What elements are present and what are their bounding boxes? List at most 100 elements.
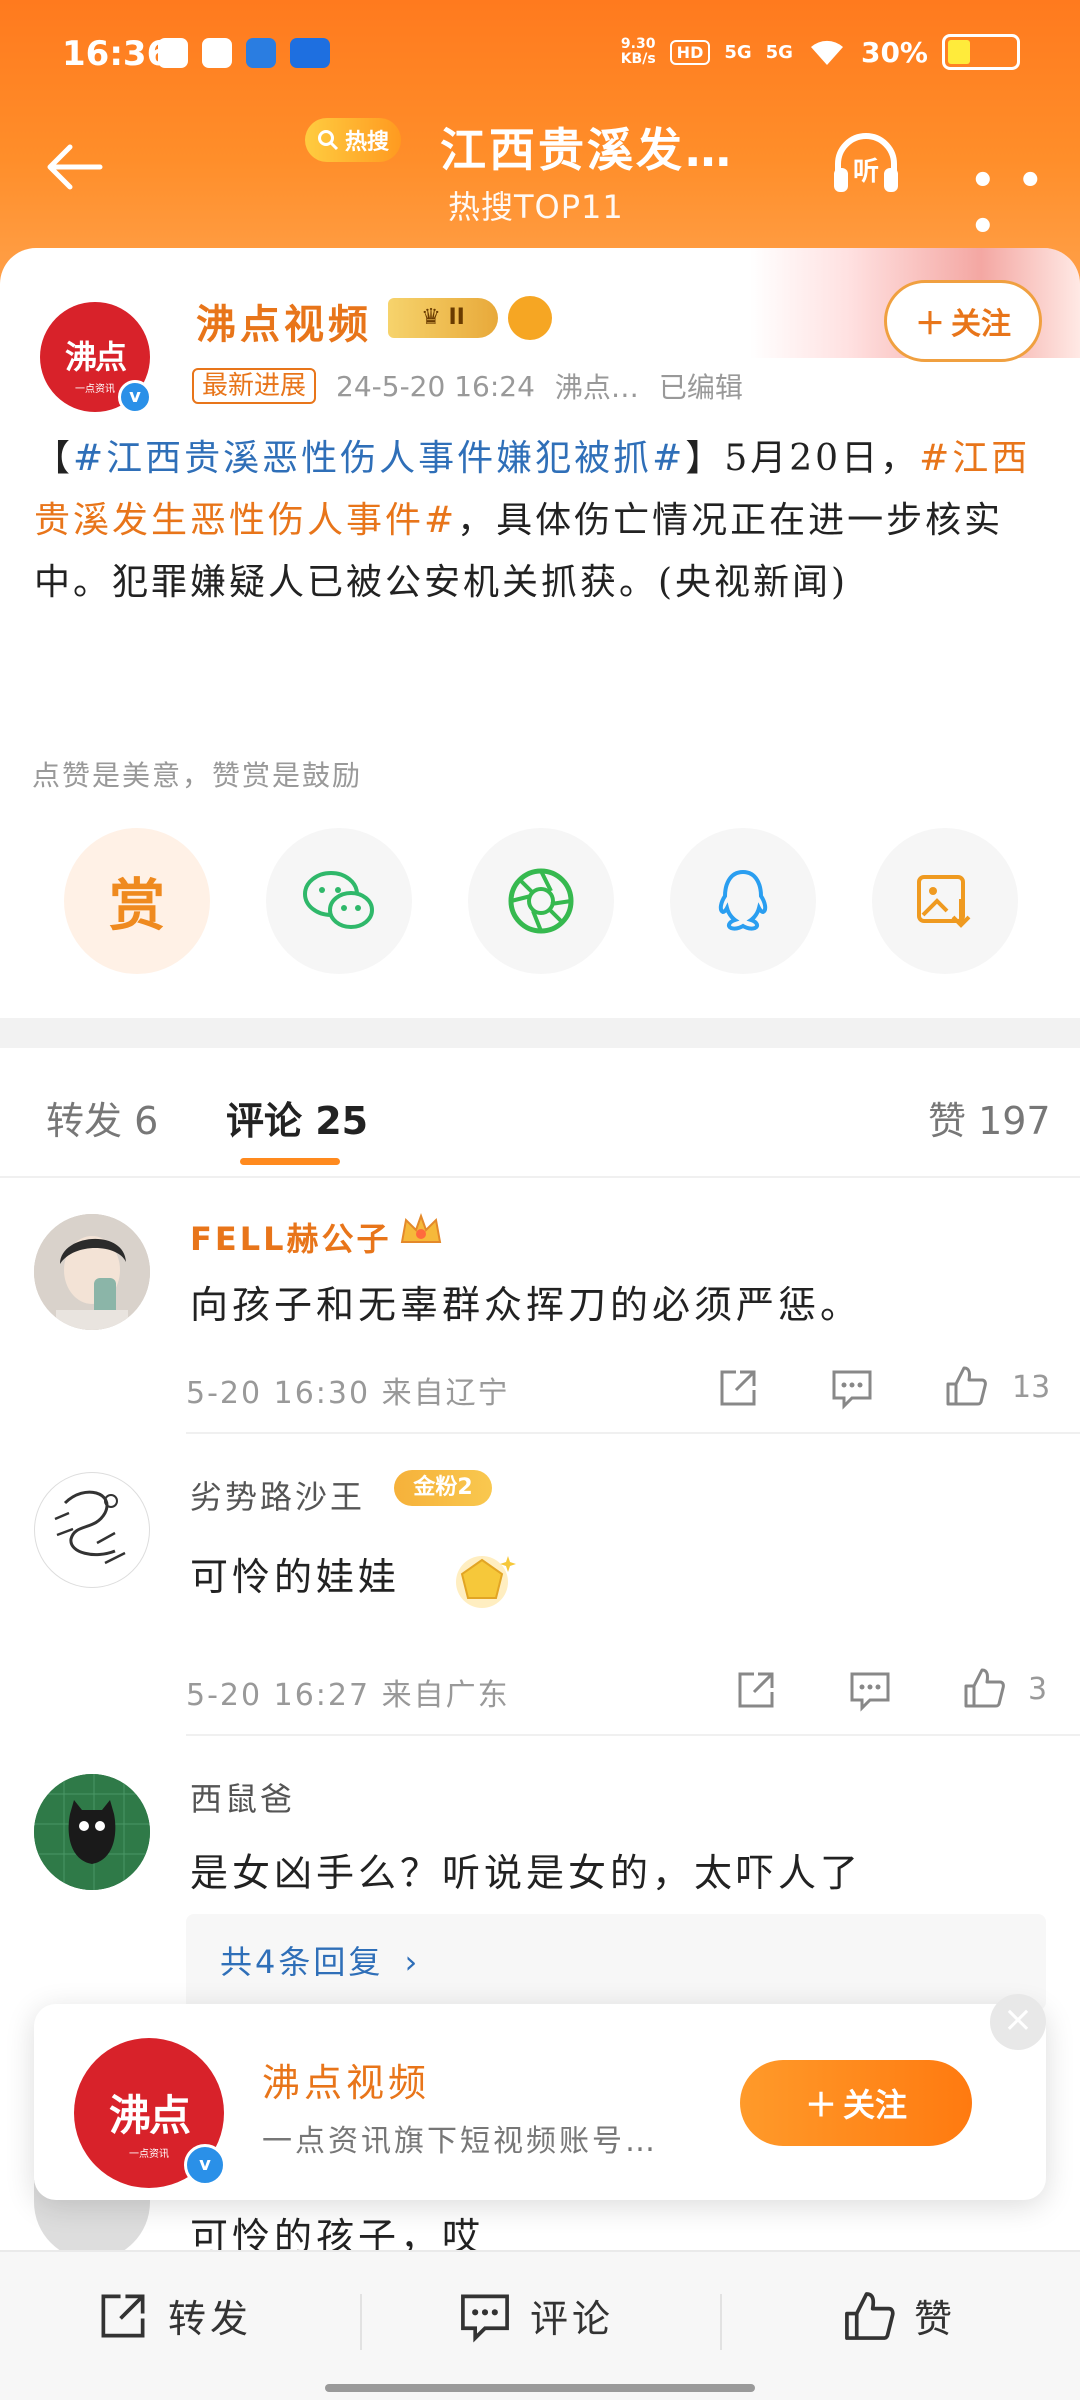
gold-medal-icon	[456, 1556, 516, 1608]
header-background: 16:36 9.30 KB/s HD 5G 5G 30% 热搜 江西贵溪发… 热…	[0, 0, 1080, 290]
commenter-name[interactable]: 西鼠爸	[190, 1774, 295, 1820]
like-thumb-icon[interactable]	[962, 1666, 1006, 1710]
commenter-avatar[interactable]	[34, 1472, 150, 1588]
follow-button[interactable]: ＋ 关注	[884, 280, 1042, 362]
post-date: 24-5-20 16:24	[336, 369, 535, 403]
comment-time-location: 5-20 16:30 来自辽宁	[186, 1368, 510, 1412]
plus-icon: ＋	[804, 2086, 837, 2124]
network-speed-value: 9.30	[620, 36, 656, 52]
vip-crown-icon	[400, 1213, 442, 1243]
reward-label: 赏	[109, 873, 165, 939]
commenter-avatar[interactable]	[34, 1214, 150, 1330]
app-notification-icon	[202, 38, 232, 68]
qq-icon	[718, 869, 768, 931]
bottom-action-bar: 转发 评论 赞	[0, 2250, 1080, 2400]
share-wechat-button[interactable]	[266, 828, 412, 974]
save-image-button[interactable]	[872, 828, 1018, 974]
back-arrow-icon[interactable]	[40, 132, 110, 202]
separator	[360, 2294, 362, 2350]
comment-item: FELL赫公子 向孩子和无辜群众挥刀的必须严惩。 5-20 16:30 来自辽宁…	[0, 1178, 1080, 1434]
tab-reposts[interactable]: 转发 6	[46, 1090, 158, 1145]
follow-suggestion-card: 沸点 一点资讯 v 沸点视频 一点资讯旗下短视频账号… ＋ 关注 ×	[34, 1994, 1046, 2200]
search-icon	[318, 130, 339, 151]
portrait-illustration	[34, 1214, 150, 1330]
robot-notification-icon	[246, 38, 276, 68]
like-label: 赞	[914, 2297, 957, 2341]
separator	[720, 2294, 722, 2350]
comment-text: 可怜的孩子，哎	[190, 2215, 485, 2250]
share-icon	[101, 2294, 145, 2337]
share-moments-button[interactable]	[468, 828, 614, 974]
comment-time-location: 5-20 16:27 来自广东	[186, 1670, 510, 1714]
avatar-logo-text: 沸点	[64, 338, 127, 376]
plus-icon: ＋	[915, 307, 945, 342]
comment-time: 5-20 16:27	[186, 1678, 371, 1713]
hot-search-label: 热搜	[345, 130, 390, 155]
share-icon[interactable]	[716, 1366, 760, 1410]
like-thumb-icon[interactable]	[944, 1364, 988, 1408]
comment-icon	[461, 2294, 509, 2343]
fish-badge-icon	[508, 296, 552, 340]
view-replies-link[interactable]: 共4条回复 ›	[186, 1914, 1046, 2010]
reward-button[interactable]: 赏	[64, 828, 210, 974]
account-name[interactable]: 沸点视频	[196, 292, 372, 350]
follow-label: 关注	[843, 2086, 908, 2124]
like-count: 3	[1028, 1672, 1048, 1707]
commenter-name[interactable]: FELL赫公子	[190, 1214, 392, 1260]
signal-5g-icon-2: 5G	[765, 41, 793, 63]
verified-icon: v	[184, 2144, 226, 2186]
avatar-logo-text: 沸点	[108, 2091, 191, 2140]
message-notification-icon	[158, 38, 188, 68]
section-divider	[0, 1018, 1080, 1048]
comment-button[interactable]: 评论	[458, 2288, 614, 2343]
suggested-account-description: 一点资讯旗下短视频账号…	[262, 2124, 658, 2159]
share-icon[interactable]	[734, 1668, 778, 1712]
nav-bar: 热搜 江西贵溪发… 热搜TOP11 听 • • •	[0, 110, 1080, 250]
zhihu-notification-icon	[290, 38, 330, 68]
repost-label: 转发	[168, 2297, 253, 2341]
share-qq-button[interactable]	[670, 828, 816, 974]
repost-button[interactable]: 转发	[96, 2288, 252, 2343]
close-icon[interactable]: ×	[990, 1994, 1046, 2050]
tab-likes[interactable]: 赞 197	[928, 1090, 1051, 1145]
post-text-lead: 【	[34, 438, 74, 479]
comment-time: 5-20 16:30	[186, 1376, 371, 1411]
comment-text: 向孩子和无辜群众挥刀的必须严惩。	[190, 1283, 863, 1327]
reply-comment-icon[interactable]	[830, 1366, 874, 1410]
edited-label: 已编辑	[658, 371, 743, 404]
post-card: 沸点 一点资讯 v 沸点视频 ♛ II ＋ 关注 最新进展 24-5-20 16…	[0, 248, 1080, 1018]
network-speed-unit: KB/s	[620, 51, 656, 67]
tab-comments[interactable]: 评论 25	[226, 1090, 368, 1145]
wifi-icon	[810, 40, 843, 65]
page-title: 江西贵溪发…	[440, 123, 734, 177]
comment-text: 可怜的娃娃	[190, 1555, 401, 1599]
like-thumb-icon	[845, 2291, 895, 2340]
save-image-icon	[917, 875, 971, 928]
interaction-tabs: 转发 6 评论 25 赞 197	[0, 1048, 1080, 1178]
comment-item: 劣势路沙王 金粉2 可怜的娃娃 5-20 16:27 来自广东 3	[0, 1434, 1080, 1736]
commenter-name[interactable]: 劣势路沙王	[190, 1472, 365, 1518]
network-speed: 9.30 KB/s	[621, 37, 656, 67]
reply-comment-icon[interactable]	[848, 1668, 892, 1712]
battery-percent: 30%	[860, 35, 928, 69]
latest-progress-tag: 最新进展	[192, 368, 317, 404]
wechat-icon	[303, 871, 374, 929]
reward-tip: 点赞是美意，赞赏是鼓励	[32, 759, 363, 792]
hashtag-link-1[interactable]: #江西贵溪恶性伤人事件嫌犯被抓#	[73, 438, 685, 479]
chevron-right-icon: ›	[404, 1943, 421, 1981]
scorpion-sketch-illustration	[54, 1490, 126, 1565]
status-bar: 16:36 9.30 KB/s HD 5G 5G 30%	[0, 0, 1080, 110]
follow-button[interactable]: ＋ 关注	[740, 2060, 972, 2146]
suggested-account-name[interactable]: 沸点视频	[262, 2052, 430, 2107]
status-time: 16:36	[62, 34, 171, 74]
page-subtitle: 热搜TOP11	[448, 188, 624, 226]
listen-headphones-icon[interactable]: 听	[828, 126, 904, 202]
more-options-icon[interactable]: • • •	[970, 158, 1080, 250]
follow-label: 关注	[951, 307, 1011, 342]
battery-icon	[942, 34, 1020, 70]
gold-fan-badge: 金粉2	[394, 1470, 492, 1506]
home-indicator[interactable]	[325, 2384, 755, 2392]
like-button[interactable]: 赞	[842, 2288, 956, 2343]
commenter-avatar[interactable]	[34, 1774, 150, 1890]
verified-icon: v	[118, 380, 152, 414]
